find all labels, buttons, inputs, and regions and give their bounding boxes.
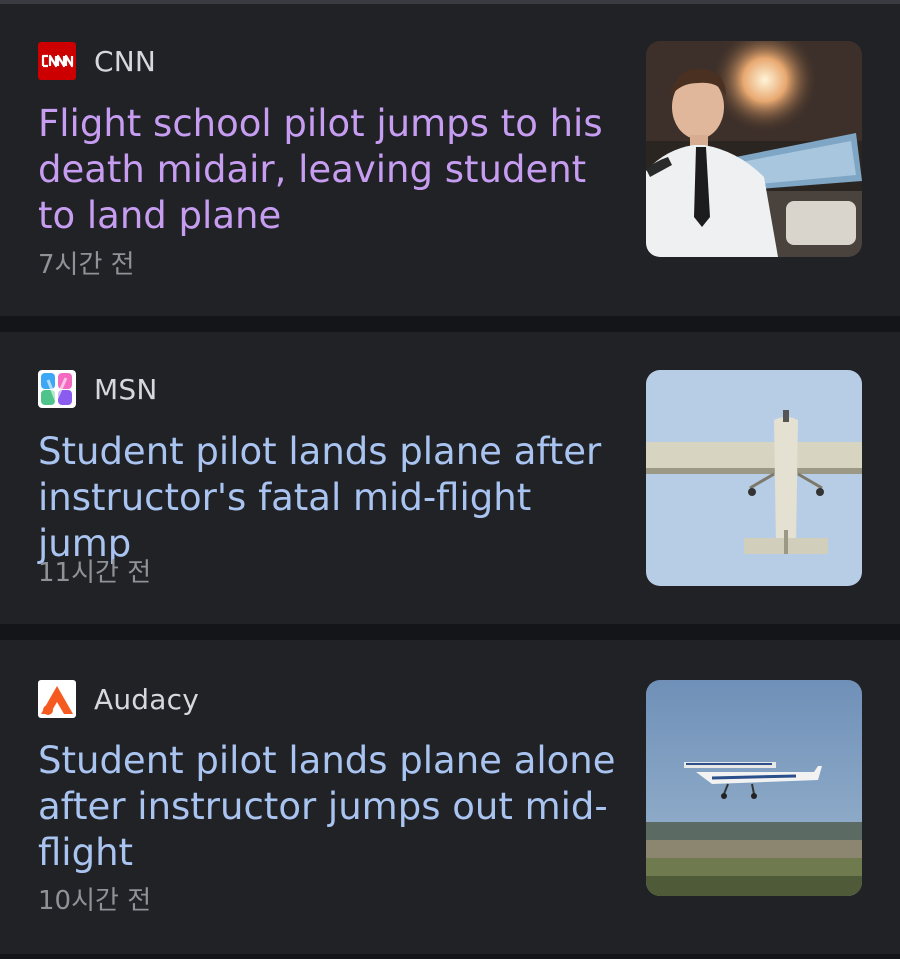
- msn-logo-icon: [38, 370, 76, 408]
- article-headline[interactable]: Student pilot lands plane alone after in…: [38, 738, 618, 876]
- source-name: MSN: [94, 372, 158, 406]
- article-headline[interactable]: Flight school pilot jumps to his death m…: [38, 101, 618, 239]
- timestamp: 7시간 전: [38, 250, 135, 280]
- plane-over-airfield-image[interactable]: [646, 680, 862, 896]
- audacy-logo-icon: [38, 680, 76, 718]
- source-row: Audacy: [38, 680, 199, 718]
- cnn-logo-icon: [38, 42, 76, 80]
- news-card[interactable]: CNN Flight school pilot jumps to his dea…: [0, 4, 900, 316]
- source-name: CNN: [94, 44, 157, 78]
- timestamp: 11시간 전: [38, 558, 152, 588]
- source-name: Audacy: [94, 682, 199, 716]
- card-separator: [0, 954, 900, 959]
- card-separator: [0, 624, 900, 640]
- news-card[interactable]: MSN Student pilot lands plane after inst…: [0, 332, 900, 624]
- article-headline[interactable]: Student pilot lands plane after instruct…: [38, 429, 618, 567]
- card-separator: [0, 316, 900, 332]
- source-row: MSN: [38, 370, 157, 408]
- news-card[interactable]: Audacy Student pilot lands plane alone a…: [0, 640, 900, 954]
- timestamp: 10시간 전: [38, 886, 152, 916]
- plane-underside-image[interactable]: [646, 370, 862, 586]
- pilot-in-cockpit-image[interactable]: [646, 41, 862, 257]
- source-row: CNN: [38, 42, 156, 80]
